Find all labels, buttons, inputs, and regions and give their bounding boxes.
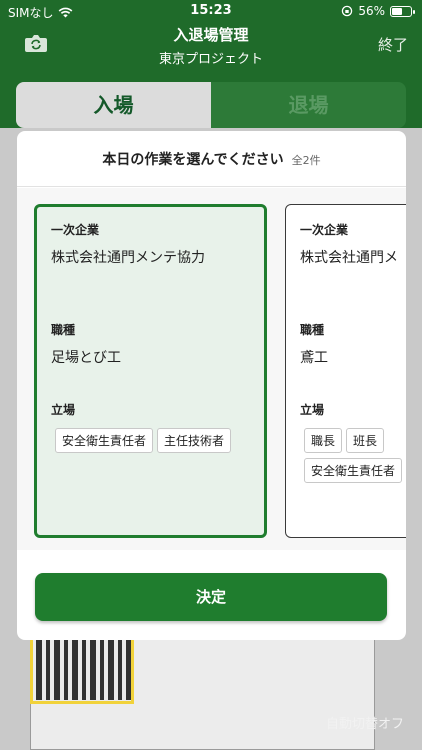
work-card[interactable]: 一次企業 株式会社通門メンテ協力 職種 足場とび工 立場 安全衛生責任者 主任技術… [34,204,267,538]
role-tag: 班長 [346,428,385,453]
status-bar: SIMなし 15:23 56% [0,0,422,22]
navigation-bar: 入退場管理 東京プロジェクト 終了 [0,22,422,70]
role-tag: 安全衛生責任者 [55,428,154,453]
role-tags: 安全衛生責任者 主任技術者 [55,428,275,458]
work-select-dialog: 本日の作業を選んでください 全2件 一次企業 株式会社通門メンテ協力 職種 足場と… [17,131,406,640]
orientation-lock-icon [342,5,353,17]
role-label: 立場 [300,403,325,417]
entry-exit-toggle: 入場 退場 [16,82,406,128]
enter-tab[interactable]: 入場 [16,82,211,128]
role-tags: 職長 班長安全衛生責任者 [304,428,406,488]
result-count: 全2件 [291,154,321,167]
job-name: 足場とび工 [51,350,121,366]
job-label: 職種 [51,323,76,337]
qr-scan-frame [30,632,134,704]
role-tag: 安全衛生責任者 [304,458,403,483]
decide-button[interactable]: 決定 [35,573,387,621]
company-label: 一次企業 [300,223,349,237]
company-label: 一次企業 [51,223,100,237]
dialog-header: 本日の作業を選んでください 全2件 [17,131,406,187]
project-name: 東京プロジェクト [158,52,263,67]
card-carousel: 一次企業 株式会社通門メンテ協力 職種 足場とび工 立場 安全衛生責任者 主任技術… [17,188,406,550]
battery-icon [390,5,415,17]
dialog-title: 本日の作業を選んでください [102,152,284,168]
page-title: 入退場管理 [173,26,249,44]
company-name: 株式会社通門メンテ協力 [51,250,205,266]
job-name: 鳶工 [300,350,328,366]
work-card[interactable]: 一次企業 株式会社通門メ 職種 鳶工 立場 職長 班長安全衛生責任者 [285,204,406,538]
battery-percent: 56% [358,4,385,18]
company-name: 株式会社通門メ [300,250,398,266]
job-label: 職種 [300,323,325,337]
role-label: 立場 [51,403,76,417]
exit-tab[interactable]: 退場 [211,82,406,128]
role-tag: 主任技術者 [157,428,232,453]
close-button[interactable]: 終了 [378,34,408,55]
role-tag: 職長 [304,428,343,453]
auto-switch-toggle[interactable]: 自動切替オフ [326,713,404,732]
